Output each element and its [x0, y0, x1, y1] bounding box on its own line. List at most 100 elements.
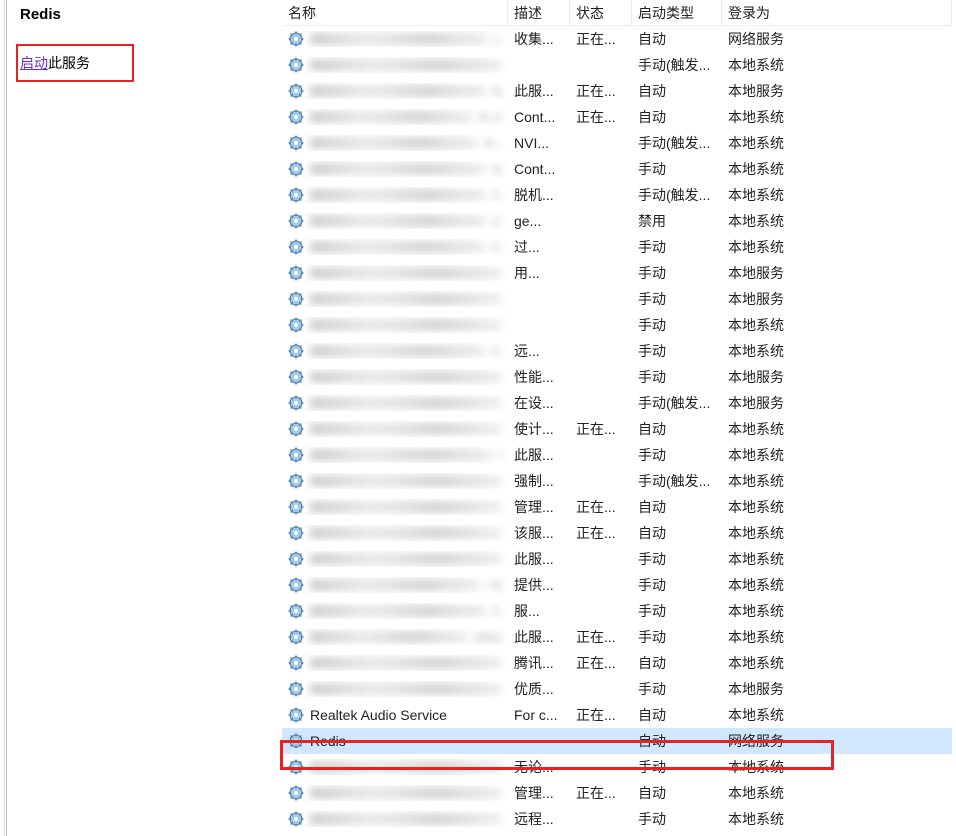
cell-startup: 手动 — [632, 289, 722, 309]
service-icon — [288, 187, 304, 203]
service-row[interactable]: bility此服...正在...手动本地系统 — [282, 624, 952, 650]
service-row[interactable]: I此服...手动本地系统 — [282, 442, 952, 468]
service-row[interactable]: 此服...手动本地系统 — [282, 546, 952, 572]
cell-logon: 本地系统 — [722, 523, 952, 543]
service-row[interactable]: 腾讯...正在...自动本地系统 — [282, 650, 952, 676]
cell-logon: 网络服务 — [722, 731, 952, 751]
cell-logon: 本地系统 — [722, 809, 952, 829]
cell-name — [282, 811, 508, 827]
cell-name: C — [282, 213, 508, 229]
cell-desc: 腾讯... — [508, 653, 570, 673]
service-icon — [288, 551, 304, 567]
cell-startup: 手动 — [632, 809, 722, 829]
service-row[interactable]: 管理...正在...自动本地系统 — [282, 494, 952, 520]
service-icon — [288, 369, 304, 385]
cell-desc: 该服... — [508, 523, 570, 543]
service-row[interactable]: C远...手动本地系统 — [282, 338, 952, 364]
cell-logon: 本地服务 — [722, 367, 952, 387]
cell-startup: 手动 — [632, 679, 722, 699]
cell-status: 正在... — [570, 497, 632, 517]
service-icon — [288, 83, 304, 99]
service-row[interactable]: 使计...正在...自动本地系统 — [282, 416, 952, 442]
cell-startup: 自动 — [632, 783, 722, 803]
service-row-realtek-audio-service[interactable]: Realtek Audio ServiceFor c...正在...自动本地系统 — [282, 702, 952, 728]
cell-name: N — [282, 161, 508, 177]
cell-desc: 此服... — [508, 445, 570, 465]
service-row[interactable]: 该服...正在...自动本地系统 — [282, 520, 952, 546]
cell-name: C — [282, 239, 508, 255]
service-row[interactable]: 手动本地系统 — [282, 312, 952, 338]
cell-startup: 手动 — [632, 757, 722, 777]
service-icon — [288, 655, 304, 671]
cell-name: N . — [282, 135, 508, 151]
cell-name — [282, 265, 508, 281]
cell-logon: 本地服务 — [722, 81, 952, 101]
service-row[interactable]: 性能...手动本地服务 — [282, 364, 952, 390]
cell-startup: 自动 — [632, 705, 722, 725]
cell-name — [282, 551, 508, 567]
service-row[interactable]: 在设...手动(触发...本地服务 — [282, 390, 952, 416]
cell-name: N — [282, 83, 508, 99]
service-row[interactable]: 无论...手动本地系统 — [282, 754, 952, 780]
cell-logon: 本地系统 — [722, 601, 952, 621]
cell-startup: 手动 — [632, 445, 722, 465]
service-row[interactable]: 手动(触发...本地系统 — [282, 52, 952, 78]
header-startup-type[interactable]: 启动类型 — [632, 0, 722, 25]
service-row[interactable]: NCont...手动本地系统 — [282, 156, 952, 182]
service-row[interactable]: C服...手动本地系统 — [282, 598, 952, 624]
cell-desc: 此服... — [508, 627, 570, 647]
service-icon — [288, 707, 304, 723]
service-row[interactable]: 远程...手动本地系统 — [282, 806, 952, 832]
header-logon-as[interactable]: 登录为 — [722, 0, 952, 25]
cell-status: 正在... — [570, 29, 632, 49]
cell-startup: 自动 — [632, 107, 722, 127]
cell-logon: 本地系统 — [722, 185, 952, 205]
header-description[interactable]: 描述 — [508, 0, 570, 25]
header-name[interactable]: 名称 — [282, 0, 508, 25]
start-service-link[interactable]: 启动 — [20, 55, 48, 71]
cell-logon: 本地服务 — [722, 679, 952, 699]
header-status[interactable]: 状态 — [570, 0, 632, 25]
cell-startup: 自动 — [632, 81, 722, 101]
cell-logon: 本地系统 — [722, 211, 952, 231]
service-icon — [288, 135, 304, 151]
cell-startup: 自动 — [632, 29, 722, 49]
cell-logon: 本地系统 — [722, 497, 952, 517]
cell-startup: 自动 — [632, 523, 722, 543]
cell-desc: 提供... — [508, 575, 570, 595]
cell-startup: 自动 — [632, 731, 722, 751]
service-row[interactable]: L收集...正在...自动网络服务 — [282, 26, 952, 52]
cell-logon: 本地系统 — [722, 653, 952, 673]
cell-logon: 本地系统 — [722, 783, 952, 803]
service-row[interactable]: C过...手动本地系统 — [282, 234, 952, 260]
cell-logon: 本地系统 — [722, 757, 952, 777]
cell-startup: 手动(触发... — [632, 185, 722, 205]
service-row[interactable]: Cge...禁用本地系统 — [282, 208, 952, 234]
cell-status: 正在... — [570, 783, 632, 803]
cell-desc: 管理... — [508, 783, 570, 803]
service-icon — [288, 343, 304, 359]
service-row[interactable]: N .NVI...手动(触发...本地系统 — [282, 130, 952, 156]
cell-logon: 本地系统 — [722, 627, 952, 647]
service-row[interactable]: C脱机...手动(触发...本地系统 — [282, 182, 952, 208]
cell-name — [282, 681, 508, 697]
service-row[interactable]: 76提供...手动本地系统 — [282, 572, 952, 598]
service-row[interactable]: 用...手动本地服务 — [282, 260, 952, 286]
service-row[interactable]: N SCont...正在...自动本地系统 — [282, 104, 952, 130]
cell-logon: 本地服务 — [722, 393, 952, 413]
cell-status: 正在... — [570, 107, 632, 127]
service-icon — [288, 785, 304, 801]
service-row-redis[interactable]: Redis自动网络服务 — [282, 728, 952, 754]
cell-name — [282, 57, 508, 73]
services-list[interactable]: 名称 描述 状态 启动类型 登录为 L收集...正在...自动网络服务手动(触发… — [282, 0, 952, 836]
service-row[interactable]: 手动本地服务 — [282, 286, 952, 312]
cell-logon: 本地系统 — [722, 341, 952, 361]
cell-logon: 本地系统 — [722, 575, 952, 595]
service-row[interactable]: N此服...正在...自动本地服务 — [282, 78, 952, 104]
selected-service-title: Redis — [20, 6, 276, 23]
cell-desc: 管理... — [508, 497, 570, 517]
service-row[interactable]: 优质...手动本地服务 — [282, 676, 952, 702]
service-row[interactable]: 强制...手动(触发...本地系统 — [282, 468, 952, 494]
cell-desc: 使计... — [508, 419, 570, 439]
service-row[interactable]: 管理...正在...自动本地系统 — [282, 780, 952, 806]
